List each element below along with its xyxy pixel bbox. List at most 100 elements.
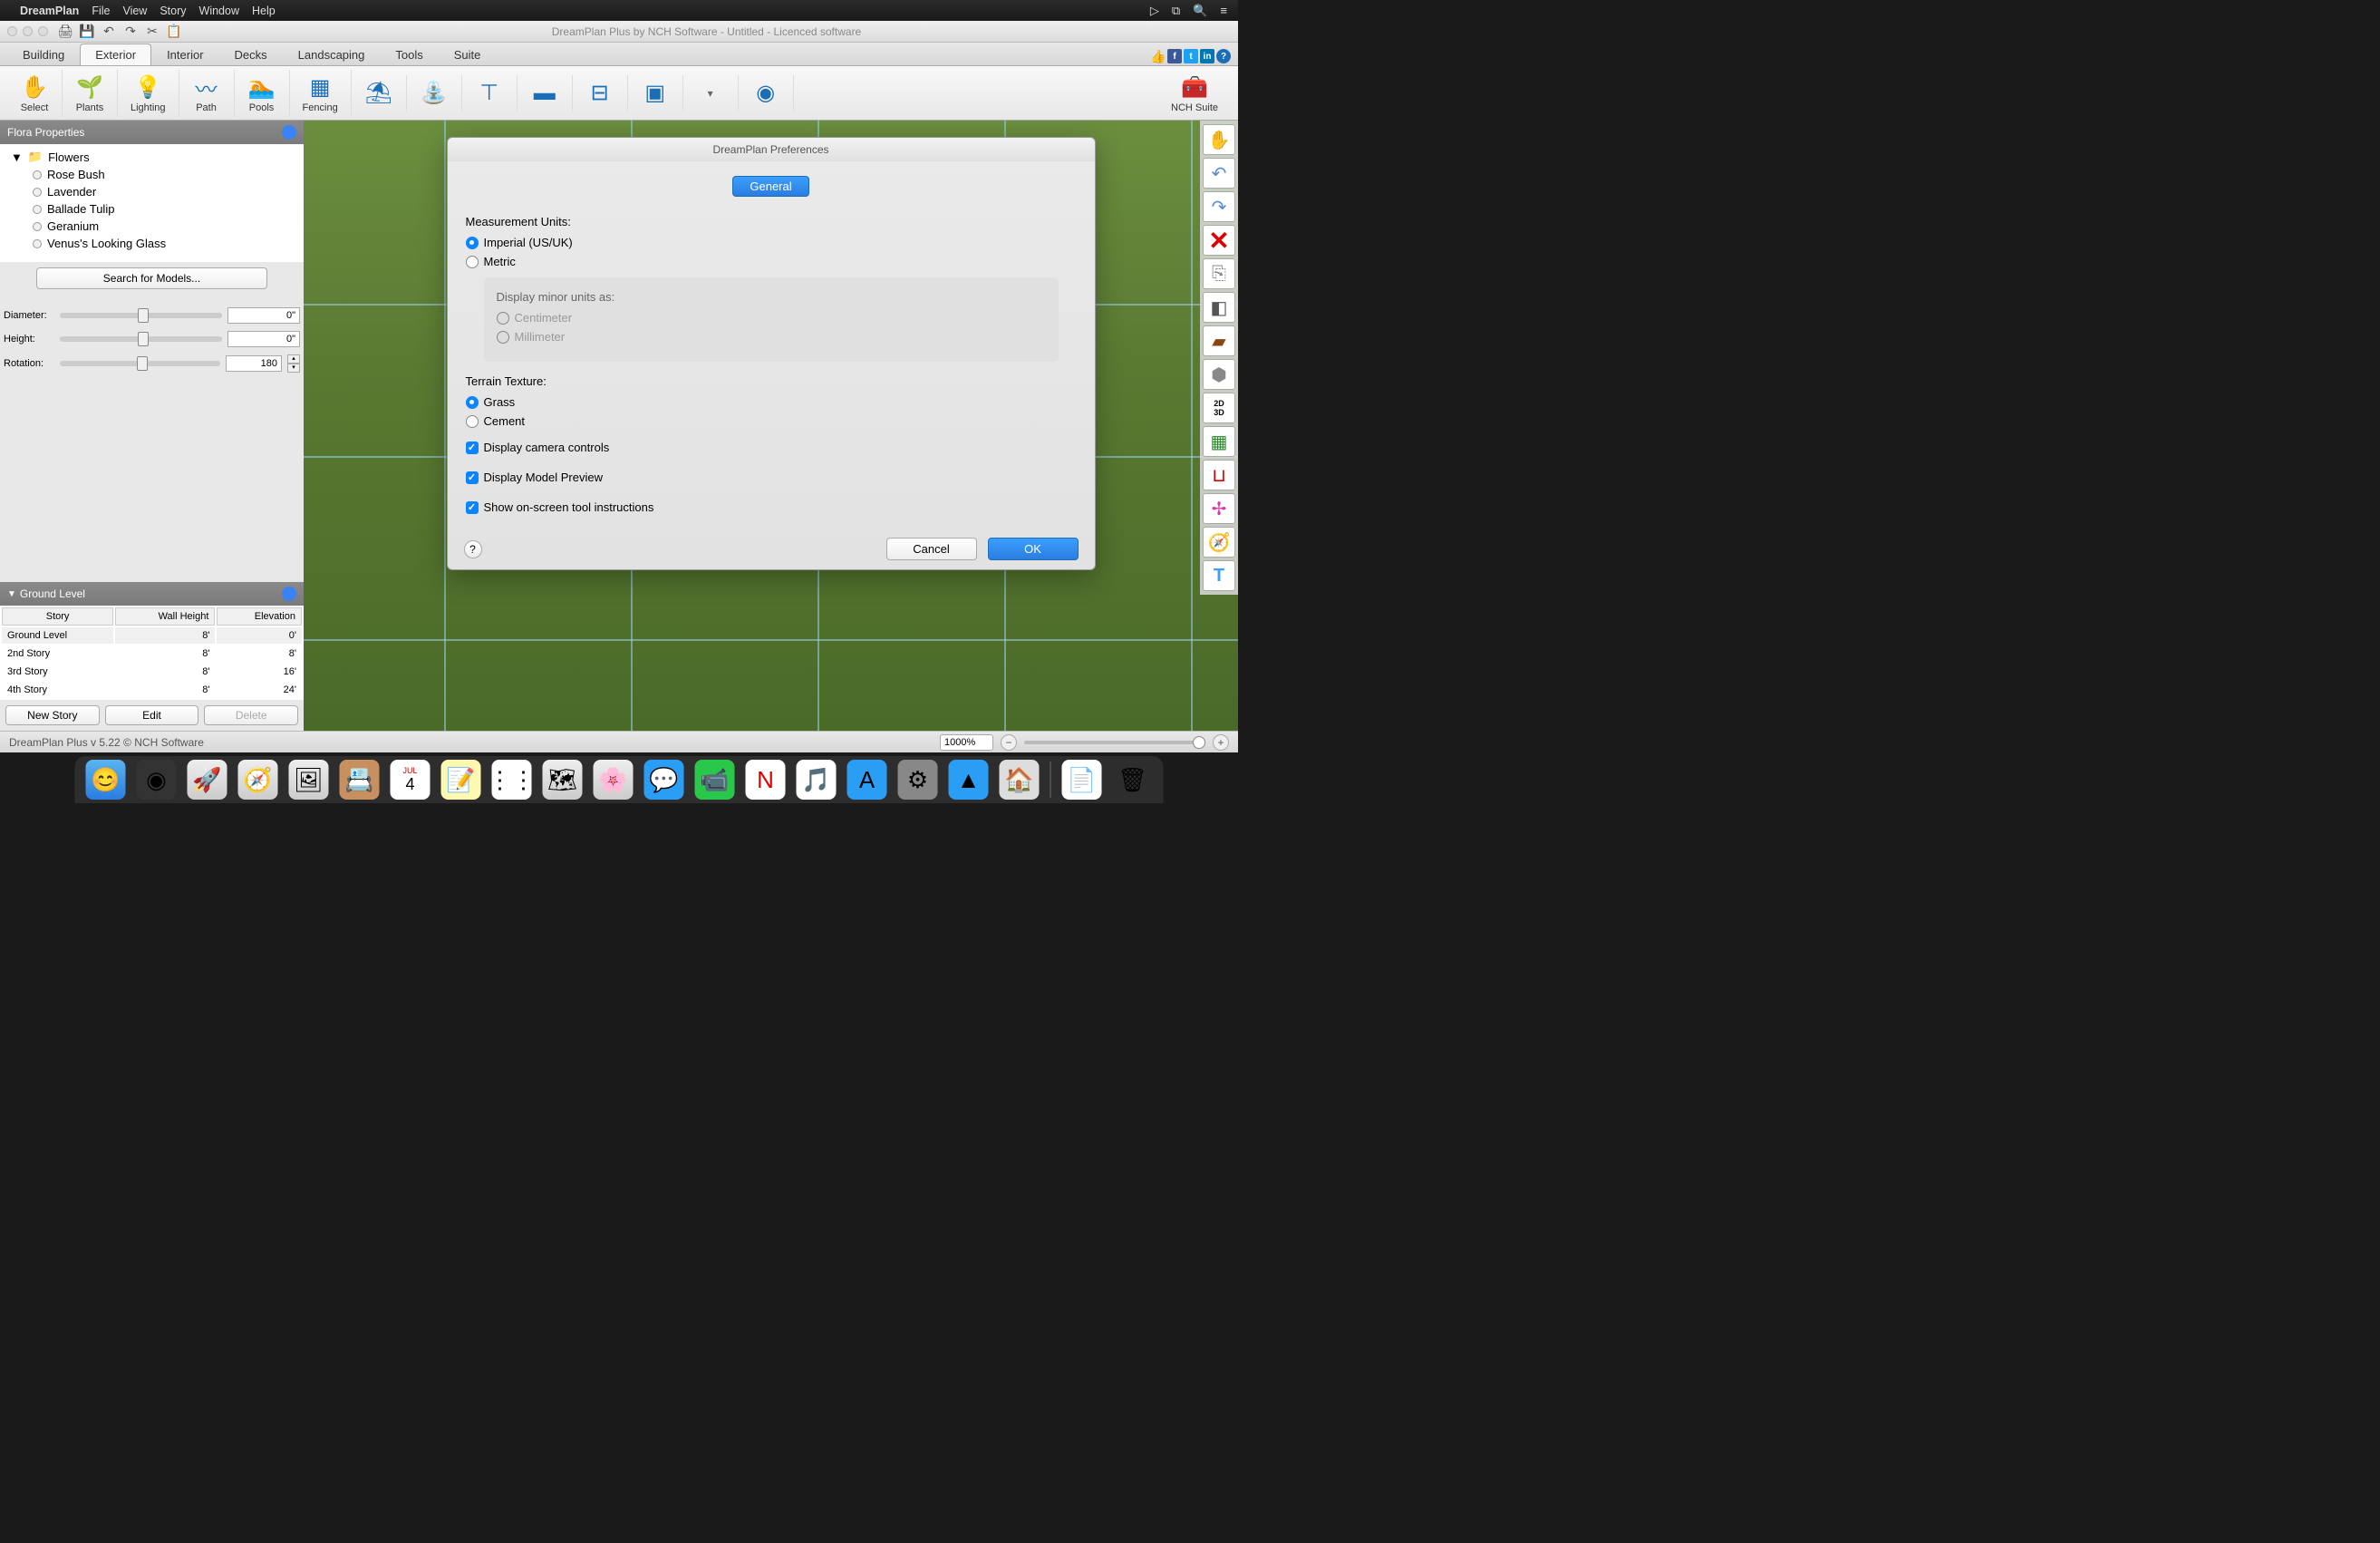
save-icon[interactable]: 💾 xyxy=(79,24,95,40)
canvas-3d[interactable]: ✋ ↶ ↷ ✕ ⎘ ◧ ▰ ⬢ 2D3D ▦ ⊔ ✢ 🧭 T DreamPlan… xyxy=(304,121,1238,731)
menubar-list-icon[interactable]: ≡ xyxy=(1220,4,1227,18)
check-camera[interactable]: ✓Display camera controls xyxy=(466,441,1077,454)
search-models-button[interactable]: Search for Models... xyxy=(36,267,267,289)
dock-calendar[interactable]: JUL4 xyxy=(391,760,431,800)
minimize-window-icon[interactable] xyxy=(23,26,33,36)
menu-help[interactable]: Help xyxy=(252,5,276,17)
tab-general[interactable]: General xyxy=(732,176,808,197)
menubar-display-icon[interactable]: ⧉ xyxy=(1172,4,1180,18)
dock-notes[interactable]: 📝 xyxy=(441,760,481,800)
menu-file[interactable]: File xyxy=(92,5,110,17)
dock-trash[interactable]: 🗑 xyxy=(1113,760,1153,800)
ok-button[interactable]: OK xyxy=(988,538,1079,560)
radio-cement[interactable]: Cement xyxy=(466,414,1077,428)
zoom-window-icon[interactable] xyxy=(38,26,48,36)
cancel-button[interactable]: Cancel xyxy=(886,538,977,560)
edit-story-button[interactable]: Edit xyxy=(105,705,199,725)
menu-story[interactable]: Story xyxy=(160,5,186,17)
facebook-icon[interactable]: f xyxy=(1167,49,1182,63)
close-window-icon[interactable] xyxy=(7,26,17,36)
th-elevation[interactable]: Elevation xyxy=(217,607,302,626)
cut-icon[interactable]: ✂ xyxy=(144,24,160,40)
zoom-in-button[interactable]: + xyxy=(1213,734,1229,751)
redo-icon[interactable]: ↷ xyxy=(122,24,139,40)
tool-extra1[interactable]: ⛱ xyxy=(352,75,407,112)
tab-interior[interactable]: Interior xyxy=(151,44,218,65)
tool-extra2[interactable]: ⛲ xyxy=(407,75,462,112)
tree-item-venus[interactable]: Venus's Looking Glass xyxy=(7,235,296,252)
height-input[interactable] xyxy=(227,331,300,347)
menu-view[interactable]: View xyxy=(122,5,147,17)
dock-appstore[interactable]: A xyxy=(847,760,887,800)
nch-suite-button[interactable]: 🧰NCH Suite xyxy=(1158,70,1231,117)
zoom-out-button[interactable]: − xyxy=(1001,734,1017,751)
tool-dropdown[interactable]: ▾ xyxy=(683,75,739,112)
menubar-search-icon[interactable]: 🔍 xyxy=(1193,4,1207,18)
tool-extra4[interactable]: ▬ xyxy=(518,75,573,112)
dock-photos[interactable]: 🌸 xyxy=(594,760,634,800)
radio-grass[interactable]: Grass xyxy=(466,395,1077,409)
dock-textedit[interactable]: 📄 xyxy=(1062,760,1102,800)
tool-lighting[interactable]: 💡Lighting xyxy=(118,70,179,117)
dock-news[interactable]: N xyxy=(746,760,786,800)
th-story[interactable]: Story xyxy=(2,607,113,626)
new-story-button[interactable]: New Story xyxy=(5,705,100,725)
dock-messages[interactable]: 💬 xyxy=(644,760,684,800)
th-wall-height[interactable]: Wall Height xyxy=(115,607,215,626)
tab-suite[interactable]: Suite xyxy=(439,44,497,65)
tree-item-rose[interactable]: Rose Bush xyxy=(7,166,296,183)
menu-window[interactable]: Window xyxy=(199,5,239,17)
dock-itunes[interactable]: 🎵 xyxy=(797,760,837,800)
print-icon[interactable]: 🖨 xyxy=(57,24,73,40)
tab-tools[interactable]: Tools xyxy=(380,44,438,65)
height-slider[interactable] xyxy=(60,336,222,342)
diameter-slider[interactable] xyxy=(60,313,222,318)
tab-building[interactable]: Building xyxy=(7,44,80,65)
tool-plants[interactable]: 🌱Plants xyxy=(63,70,118,117)
rotation-stepper[interactable]: ▴▾ xyxy=(287,354,300,373)
tab-landscaping[interactable]: Landscaping xyxy=(283,44,381,65)
check-instructions[interactable]: ✓Show on-screen tool instructions xyxy=(466,500,1077,514)
zoom-slider[interactable] xyxy=(1024,741,1205,744)
zoom-select[interactable]: 1000% xyxy=(940,734,993,751)
rotation-slider[interactable] xyxy=(60,361,220,366)
dock-launchpad[interactable]: 🚀 xyxy=(188,760,227,800)
tool-select[interactable]: ✋Select xyxy=(7,70,63,117)
table-row[interactable]: 3rd Story8'16' xyxy=(2,664,302,680)
tool-extra5[interactable]: ⊟ xyxy=(573,75,628,112)
tab-decks[interactable]: Decks xyxy=(219,44,283,65)
tree-folder-flowers[interactable]: ▼ 📁 Flowers xyxy=(7,148,296,166)
delete-story-button[interactable]: Delete xyxy=(204,705,298,725)
radio-imperial[interactable]: Imperial (US/UK) xyxy=(466,236,1077,249)
dialog-help-button[interactable]: ? xyxy=(464,540,482,558)
tool-fencing[interactable]: ▦Fencing xyxy=(290,70,352,117)
dock-contacts[interactable]: 📇 xyxy=(340,760,380,800)
twitter-icon[interactable]: t xyxy=(1184,49,1198,63)
help-icon[interactable]: ? xyxy=(1216,49,1231,63)
dock-preview[interactable]: 🖼 xyxy=(289,760,329,800)
dock-facetime[interactable]: 📹 xyxy=(695,760,735,800)
rotation-input[interactable] xyxy=(226,355,282,372)
table-row[interactable]: 4th Story8'24' xyxy=(2,682,302,698)
tool-extra7[interactable]: ◉ xyxy=(739,75,794,112)
tool-extra3[interactable]: ⊤ xyxy=(462,75,518,112)
menubar-pointer-icon[interactable]: ▷ xyxy=(1150,4,1159,18)
dock-maps[interactable]: 🗺 xyxy=(543,760,583,800)
dock-safari[interactable]: 🧭 xyxy=(238,760,278,800)
panel-camera-icon[interactable] xyxy=(282,125,296,140)
tool-extra6[interactable]: ▣ xyxy=(628,75,683,112)
tab-exterior[interactable]: Exterior xyxy=(80,44,151,65)
tree-item-geranium[interactable]: Geranium xyxy=(7,218,296,235)
check-preview[interactable]: ✓Display Model Preview xyxy=(466,471,1077,484)
like-icon[interactable]: 👍 xyxy=(1151,49,1166,63)
collapse-icon[interactable]: ▼ xyxy=(7,589,16,599)
dock-app1[interactable]: ▲ xyxy=(949,760,989,800)
linkedin-icon[interactable]: in xyxy=(1200,49,1214,63)
radio-metric[interactable]: Metric xyxy=(466,255,1077,268)
tree-item-tulip[interactable]: Ballade Tulip xyxy=(7,200,296,218)
tool-path[interactable]: 〰Path xyxy=(179,70,235,117)
clipboard-icon[interactable]: 📋 xyxy=(166,24,182,40)
panel-camera-icon[interactable] xyxy=(282,587,296,601)
dock-siri[interactable]: ◉ xyxy=(137,760,177,800)
table-row[interactable]: Ground Level8'0' xyxy=(2,627,302,644)
